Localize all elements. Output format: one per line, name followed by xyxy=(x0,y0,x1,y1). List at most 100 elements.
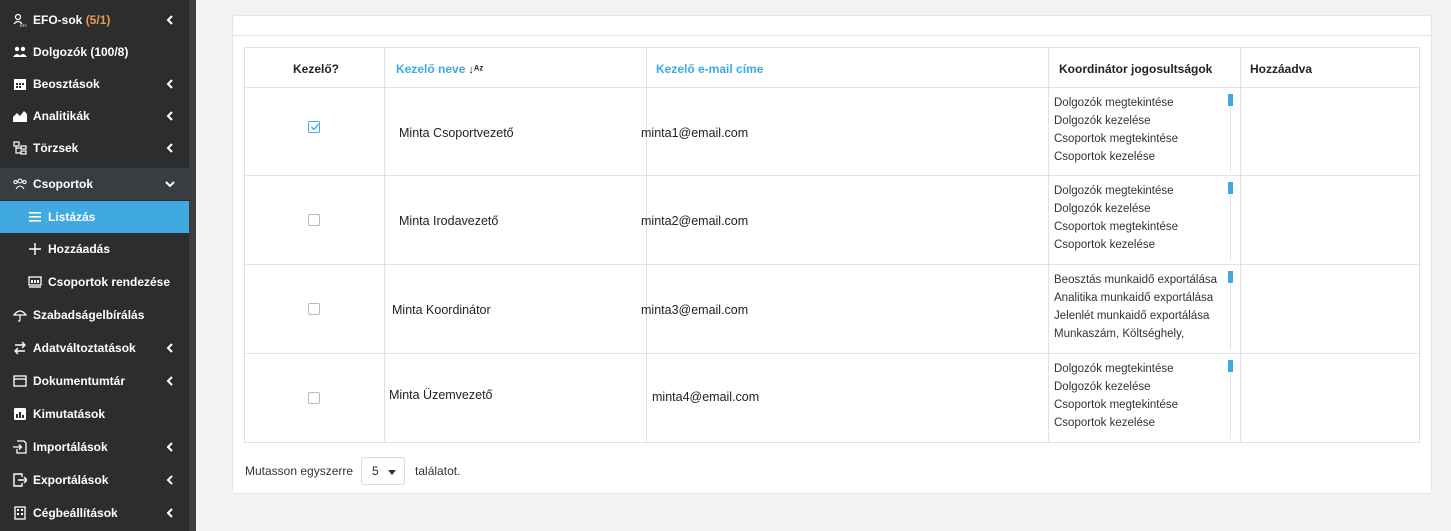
chart-area-icon xyxy=(11,109,29,123)
page-size-select[interactable]: 5 xyxy=(361,457,406,485)
chevron-left-icon xyxy=(166,343,173,353)
sidebar-item-listazas[interactable]: Listázás xyxy=(0,201,189,233)
content-card: Kezelő? Kezelő neve ↓ᴬᶻ Kezelő e-mail cím… xyxy=(232,15,1432,494)
sidebar-item-torzsek[interactable]: Törzsek xyxy=(0,132,189,164)
row-checkbox[interactable] xyxy=(308,121,320,133)
sidebar-item-label: EFO-sok xyxy=(33,13,83,27)
manager-name: Minta Irodavezető xyxy=(399,214,499,228)
manager-email: minta2@email.com xyxy=(641,214,749,228)
managers-table: Kezelő? Kezelő neve ↓ᴬᶻ Kezelő e-mail cím… xyxy=(244,47,1420,443)
permission-item: Dolgozók megtekintése xyxy=(1054,363,1174,375)
header-perms: Koordinátor jogosultságok xyxy=(1059,62,1213,76)
permissions-scrollbar[interactable] xyxy=(1228,94,1233,106)
permissions-scrollbar[interactable] xyxy=(1228,271,1233,283)
sidebar-item-hozzaadas[interactable]: Hozzáadás xyxy=(0,233,189,265)
chevron-left-icon xyxy=(166,111,173,121)
sidebar-item-label: Cégbeállítások xyxy=(33,506,118,520)
sidebar-item-adatvaltoztatasok[interactable]: Adatváltoztatások xyxy=(0,332,189,364)
sort-icon[interactable]: ↓ᴬᶻ xyxy=(468,64,483,76)
permission-item: Analitika munkaidő exportálása xyxy=(1054,292,1214,304)
permission-item: Csoportok kezelése xyxy=(1054,417,1155,429)
permission-item: Csoportok megtekintése xyxy=(1054,399,1179,411)
manager-name: Minta Üzemvezető xyxy=(389,388,493,402)
sidebar-item-label: Dokumentumtár xyxy=(33,374,126,388)
permissions-list[interactable]: Dolgozók megtekintése Dolgozók kezelése … xyxy=(1054,94,1236,173)
tree-icon xyxy=(11,141,29,155)
row-checkbox[interactable] xyxy=(308,214,320,226)
header-name[interactable]: Kezelő neve ↓ᴬᶻ xyxy=(396,62,483,76)
row-checkbox[interactable] xyxy=(308,392,320,404)
sidebar-item-szabadsag[interactable]: Szabadságelbírálás xyxy=(0,299,189,331)
header-added: Hozzáadva xyxy=(1250,62,1313,76)
group-icon xyxy=(11,177,29,191)
page-size-value: 5 xyxy=(372,464,379,478)
sidebar-item-csoportok-rendezese[interactable]: Csoportok rendezése xyxy=(0,266,189,298)
header-email[interactable]: Kezelő e-mail címe xyxy=(656,62,763,76)
permission-item: Munkaszám, Költséghely, xyxy=(1054,328,1185,340)
chevron-left-icon xyxy=(166,376,173,386)
sidebar-item-exportalasok[interactable]: Exportálások xyxy=(0,464,189,496)
sidebar-item-label: Dolgozók (100/8) xyxy=(33,45,129,59)
permissions-list[interactable]: Dolgozók megtekintése Dolgozók kezelése … xyxy=(1054,360,1236,439)
chevron-down-icon xyxy=(165,181,175,188)
chevron-left-icon xyxy=(166,79,173,89)
sidebar-item-label: Kimutatások xyxy=(33,407,106,421)
permissions-scrollbar[interactable] xyxy=(1228,182,1233,194)
sidebar-item-label: Adatváltoztatások xyxy=(33,341,136,355)
sidebar-scrollbar[interactable] xyxy=(189,0,196,531)
users-icon xyxy=(11,45,29,59)
building-icon xyxy=(11,506,29,520)
manager-email: minta3@email.com xyxy=(641,303,749,317)
sidebar-item-cegbeallitasok[interactable]: Cégbeállítások xyxy=(0,497,189,529)
sidebar-item-kimutatasok[interactable]: Kimutatások xyxy=(0,398,189,430)
plus-icon xyxy=(26,242,44,256)
sidebar-item-beosztasok[interactable]: Beosztások xyxy=(0,68,189,100)
sidebar-item-label: Exportálások xyxy=(33,473,109,487)
caret-down-icon xyxy=(388,470,397,475)
chevron-left-icon xyxy=(166,508,173,518)
page-size-control: Mutasson egyszerre 5 találatot. xyxy=(245,457,460,485)
permission-item: Beosztás munkaidő exportálása xyxy=(1054,274,1218,286)
permission-item: Jelenlét munkaidő exportálása xyxy=(1054,310,1210,322)
check-icon xyxy=(311,123,320,131)
sidebar-item-importalasok[interactable]: Importálások xyxy=(0,431,189,463)
permission-item: Csoportok megtekintése xyxy=(1054,221,1179,233)
permissions-list[interactable]: Dolgozók megtekintése Dolgozók kezelése … xyxy=(1054,182,1236,261)
folder-icon xyxy=(11,374,29,388)
sidebar-item-label: Importálások xyxy=(33,440,108,454)
chevron-left-icon xyxy=(166,143,173,153)
sidebar-item-label: Hozzáadás xyxy=(48,242,111,256)
efo-count: (5/1) xyxy=(85,13,111,27)
sidebar-item-dolgozok[interactable]: Dolgozók (100/8) xyxy=(0,36,189,68)
sidebar-item-efo[interactable]: EFO EFO-sok (5/1) xyxy=(0,4,189,36)
sidebar-item-label: Listázás xyxy=(48,210,96,224)
sidebar-item-csoportok[interactable]: Csoportok xyxy=(0,168,189,200)
sidebar-item-label: Beosztások xyxy=(33,77,100,91)
permission-item: Dolgozók megtekintése xyxy=(1054,97,1174,109)
svg-text:EFO: EFO xyxy=(20,23,27,27)
chevron-left-icon xyxy=(166,475,173,485)
sidebar-item-analitikak[interactable]: Analitikák xyxy=(0,100,189,132)
sidebar-item-label: Csoportok xyxy=(33,177,93,191)
manager-email: minta4@email.com xyxy=(652,390,760,404)
sidebar-item-label: Szabadságelbírálás xyxy=(33,308,145,322)
permission-item: Dolgozók kezelése xyxy=(1054,115,1151,127)
efo-icon: EFO xyxy=(11,13,29,27)
card-header xyxy=(233,16,1431,36)
file-export-icon xyxy=(11,473,29,487)
permission-item: Dolgozók kezelése xyxy=(1054,381,1151,393)
page-size-suffix: találatot. xyxy=(415,464,461,478)
page-size-prefix: Mutasson egyszerre xyxy=(245,464,354,478)
header-kezelo: Kezelő? xyxy=(293,62,340,76)
permission-item: Dolgozók kezelése xyxy=(1054,203,1151,215)
sidebar-item-dokumentumtar[interactable]: Dokumentumtár xyxy=(0,365,189,397)
row-checkbox[interactable] xyxy=(308,303,320,315)
umbrella-icon xyxy=(11,308,29,322)
list-icon xyxy=(26,210,44,224)
permissions-scrollbar[interactable] xyxy=(1228,360,1233,372)
report-icon xyxy=(11,407,29,421)
sidebar-item-label: Csoportok rendezése xyxy=(48,275,171,289)
permissions-list[interactable]: Beosztás munkaidő exportálása Analitika … xyxy=(1054,271,1236,350)
sidebar: EFO EFO-sok (5/1) Dolgozók (100/8) Beosz… xyxy=(0,0,196,531)
permission-item: Csoportok kezelése xyxy=(1054,239,1155,251)
